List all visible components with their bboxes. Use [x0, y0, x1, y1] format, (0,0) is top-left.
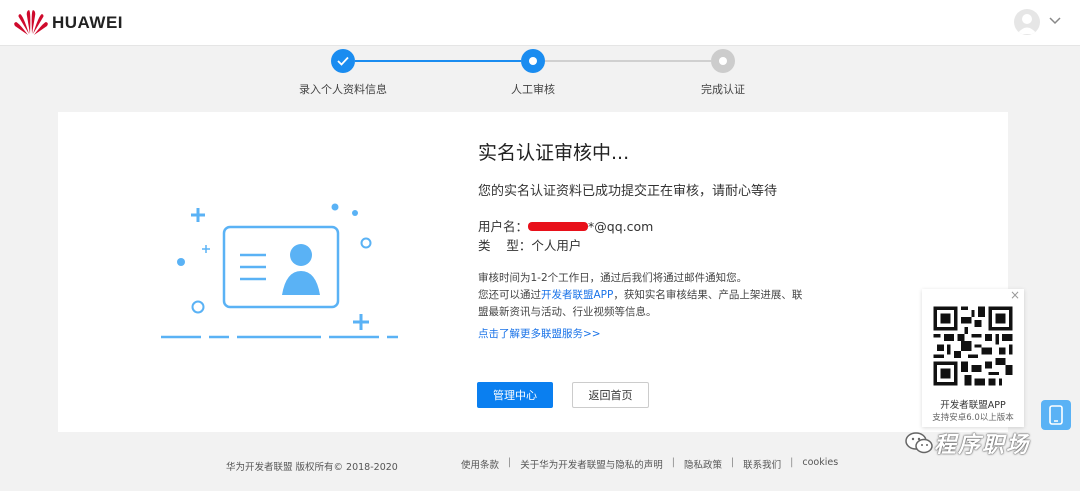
top-bar: HUAWEI [0, 0, 1080, 46]
huawei-logo[interactable]: HUAWEI [14, 10, 123, 36]
mobile-phone-icon[interactable] [1041, 400, 1071, 430]
developer-app-link[interactable]: 开发者联盟APP [541, 289, 613, 301]
step-connector-pending [545, 60, 711, 62]
app-note-line: 您还可以通过开发者联盟APP，获知实名审核结果、产品上架进展、联 [478, 287, 802, 302]
footer-separator: | [790, 457, 794, 468]
step-3-label: 完成认证 [701, 83, 745, 96]
footer-link-privacy-statement[interactable]: 关于华为开发者联盟与隐私的声明 [520, 457, 663, 471]
redacted-username [528, 222, 589, 231]
qr-app-subtitle: 支持安卓6.0以上版本 [932, 413, 1014, 423]
progress-steps: 录入个人资料信息 人工审核 完成认证 [0, 46, 1080, 110]
brand-name: HUAWEI [52, 13, 123, 32]
review-card: 实名认证审核中... 您的实名认证资料已成功提交正在审核，请耐心等待 用户名： *… [58, 112, 1008, 432]
type-row: 类 型：个人用户 [478, 235, 581, 254]
footer-link-privacy-policy[interactable]: 隐私政策 [684, 457, 722, 471]
username-suffix: *@qq.com [588, 219, 654, 234]
type-label: 类 型： [478, 238, 532, 253]
username-row: 用户名： *@qq.com [478, 216, 653, 235]
close-icon[interactable]: × [1010, 288, 1020, 302]
status-message: 您的实名认证资料已成功提交正在审核，请耐心等待 [478, 184, 778, 199]
step-connector-done [355, 60, 521, 62]
wechat-icon [905, 432, 933, 454]
footer-link-contact[interactable]: 联系我们 [743, 457, 781, 471]
id-card-illustration [161, 203, 398, 339]
app-note-prefix: 您还可以通过 [478, 289, 541, 301]
back-home-button[interactable]: 返回首页 [572, 382, 649, 408]
type-value: 个人用户 [531, 238, 582, 253]
step-1-label: 录入个人资料信息 [299, 83, 387, 96]
footer-link-cookies[interactable]: cookies [802, 457, 838, 471]
huawei-flower-icon [14, 10, 48, 35]
step-1-check-icon [331, 49, 355, 73]
more-services-link[interactable]: 点击了解更多联盟服务>> [478, 326, 601, 341]
footer-separator: | [730, 457, 735, 468]
footer-links: 使用条款 | 关于华为开发者联盟与隐私的声明 | 隐私政策 | 联系我们 | c… [461, 457, 838, 471]
qr-app-title: 开发者联盟APP [940, 400, 1006, 411]
step-3-pending-icon [711, 49, 735, 73]
copyright-text: 华为开发者联盟 版权所有© 2018-2020 [226, 462, 398, 473]
step-2-current-icon [521, 49, 545, 73]
review-time-note: 审核时间为1-2个工作日，通过后我们将通过邮件通知您。 [478, 272, 748, 284]
app-note-suffix: ，获知实名审核结果、产品上架进展、联 [613, 289, 803, 301]
watermark: 程序职场 [904, 427, 1030, 459]
app-qr-popup: × 开发者联盟APP 支持安卓6.0以上版本 [922, 288, 1024, 427]
chevron-down-icon[interactable] [1049, 16, 1061, 26]
username-label: 用户名： [478, 219, 529, 234]
page-title: 实名认证审核中... [478, 142, 630, 164]
step-2-label: 人工审核 [511, 83, 555, 96]
management-center-button[interactable]: 管理中心 [477, 382, 553, 408]
footer-separator: | [671, 457, 675, 468]
footer-link-terms[interactable]: 使用条款 [461, 457, 499, 471]
qr-code-icon [930, 303, 1016, 389]
user-avatar-icon[interactable] [1014, 9, 1040, 35]
app-note-line-2: 盟最新资讯与活动、行业视频等信息。 [478, 306, 657, 318]
watermark-text: 程序职场 [934, 433, 1031, 458]
footer-separator: | [508, 457, 512, 468]
